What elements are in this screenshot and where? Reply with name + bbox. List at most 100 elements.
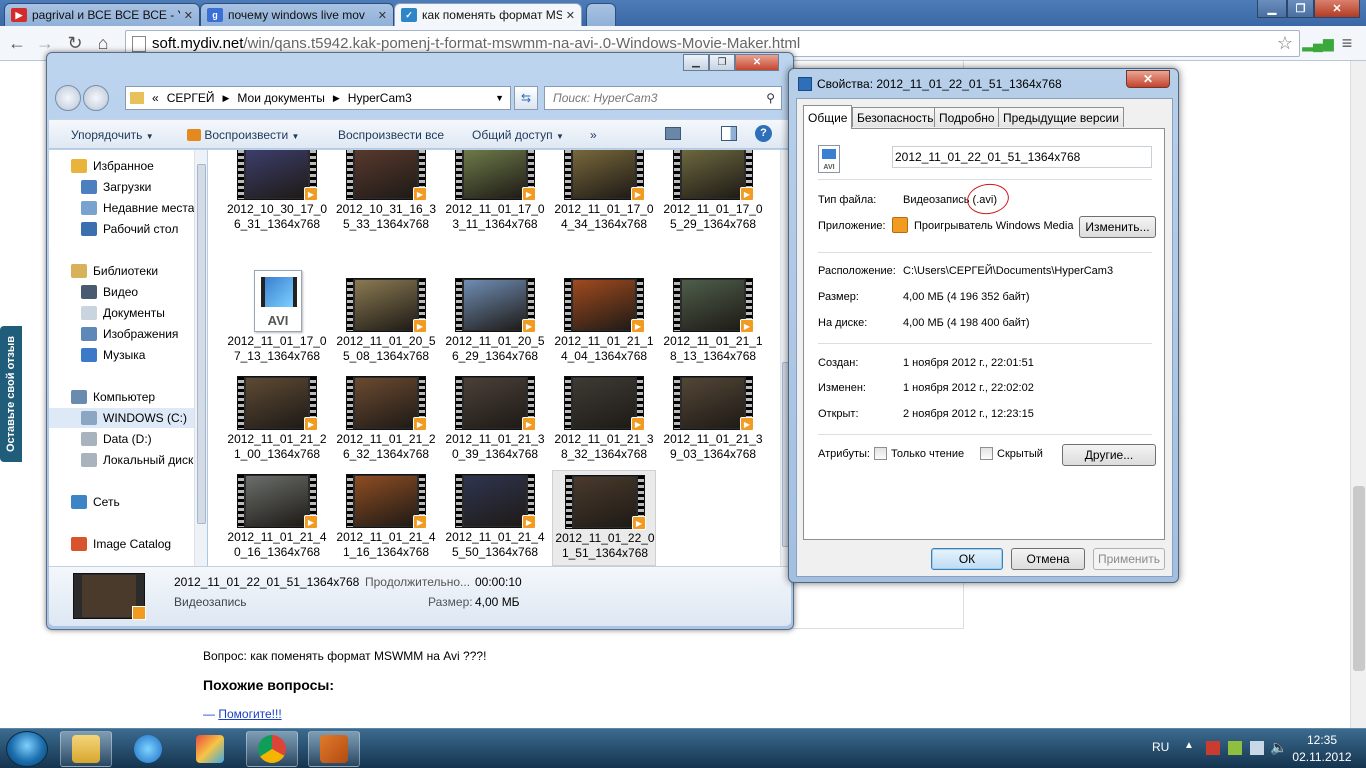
file-item[interactable]: ▶ 2012_11_01_21_39_03_1364x768 xyxy=(661,372,765,468)
tab-previous-versions[interactable]: Предыдущие версии xyxy=(998,107,1124,127)
filename-field[interactable]: 2012_11_01_22_01_51_1364x768 xyxy=(892,146,1152,168)
file-item[interactable]: ▶ 2012_11_01_17_03_11_1364x768 xyxy=(443,150,547,238)
nav-item[interactable]: Библиотеки xyxy=(49,261,194,281)
breadcrumb-documents[interactable]: Мои документы xyxy=(237,91,324,105)
taskbar-paint[interactable] xyxy=(184,731,236,767)
minimize-icon[interactable]: ▁ xyxy=(1257,0,1287,18)
nav-item[interactable]: Локальный диск xyxy=(49,450,194,470)
new-tab-button[interactable] xyxy=(586,3,616,26)
file-item[interactable]: ▶ 2012_11_01_21_18_13_1364x768 xyxy=(661,274,765,370)
file-item[interactable]: ▶ 2012_11_01_21_14_04_1364x768 xyxy=(552,274,656,370)
file-item[interactable]: ▶ 2012_11_01_21_41_16_1364x768 xyxy=(334,470,438,566)
refresh-icon[interactable]: ⇆ xyxy=(514,86,538,110)
breadcrumb-overflow[interactable]: « xyxy=(152,91,159,105)
back-icon[interactable] xyxy=(55,85,81,111)
file-item[interactable]: ▶ 2012_11_01_21_26_32_1364x768 xyxy=(334,372,438,468)
file-item[interactable]: ▶ 2012_11_01_21_30_39_1364x768 xyxy=(443,372,547,468)
organize-button[interactable]: Упорядочить ▼ xyxy=(71,128,154,142)
hidden-checkbox[interactable] xyxy=(980,447,993,460)
wrench-menu-icon[interactable]: ≡ xyxy=(1336,32,1358,54)
search-input[interactable]: Поиск: HyperCam3 ⚲ xyxy=(544,86,782,110)
readonly-checkbox[interactable] xyxy=(874,447,887,460)
explorer-address-bar[interactable]: « СЕРГЕЙ ▶ Мои документы ▶ HyperCam3 ▼ xyxy=(125,86,511,110)
nav-item[interactable]: Документы xyxy=(49,303,194,323)
tab-close-icon[interactable]: ✕ xyxy=(184,9,193,22)
nav-item[interactable]: Видео xyxy=(49,282,194,302)
nav-item[interactable]: Рабочий стол xyxy=(49,219,194,239)
chevron-right-icon[interactable]: ▶ xyxy=(333,93,340,104)
share-button[interactable]: Общий доступ ▼ xyxy=(472,128,564,142)
file-item[interactable]: ▶ 2012_11_01_21_38_32_1364x768 xyxy=(552,372,656,468)
forward-icon[interactable] xyxy=(83,85,109,111)
play-button[interactable]: Воспроизвести ▼ xyxy=(187,128,299,142)
clock-time[interactable]: 12:35 xyxy=(1298,733,1346,747)
breadcrumb-hypercam[interactable]: HyperCam3 xyxy=(348,91,412,105)
nav-item[interactable]: Сеть xyxy=(49,492,194,512)
nav-item[interactable]: Недавние места xyxy=(49,198,194,218)
file-item[interactable]: ▶ 2012_11_01_17_05_29_1364x768 xyxy=(661,150,765,238)
forward-icon[interactable]: → xyxy=(34,32,56,54)
cancel-button[interactable]: Отмена xyxy=(1011,548,1085,570)
nav-item[interactable]: Data (D:) xyxy=(49,429,194,449)
file-item[interactable]: ▶ 2012_10_31_16_35_33_1364x768 xyxy=(334,150,438,238)
tab-close-icon[interactable]: ✕ xyxy=(378,9,387,22)
action-center-icon[interactable] xyxy=(1206,741,1220,755)
change-button[interactable]: Изменить... xyxy=(1079,216,1156,238)
tab-security[interactable]: Безопасность xyxy=(852,107,939,127)
help-icon[interactable]: ? xyxy=(755,125,772,142)
network-icon[interactable] xyxy=(1250,741,1264,755)
nav-item[interactable]: Компьютер xyxy=(49,387,194,407)
scrollbar-thumb[interactable] xyxy=(197,164,206,524)
preview-pane-icon[interactable] xyxy=(721,126,737,141)
taskbar-explorer[interactable] xyxy=(60,731,112,767)
taskbar-chrome[interactable] xyxy=(246,731,298,767)
tray-app-icon[interactable] xyxy=(1228,741,1242,755)
breadcrumb-user[interactable]: СЕРГЕЙ xyxy=(167,91,215,105)
file-item[interactable]: ▶ 2012_11_01_21_45_50_1364x768 xyxy=(443,470,547,566)
home-icon[interactable]: ⌂ xyxy=(92,32,114,54)
nav-item[interactable]: Музыка xyxy=(49,345,194,365)
reload-icon[interactable]: ↻ xyxy=(64,32,86,54)
back-icon[interactable]: ← xyxy=(6,32,28,54)
clock-date[interactable]: 02.11.2012 xyxy=(1282,750,1362,764)
nav-scrollbar[interactable] xyxy=(194,150,207,566)
file-item[interactable]: ▶ 2012_11_01_20_56_29_1364x768 xyxy=(443,274,547,370)
tab-general[interactable]: Общие xyxy=(803,105,853,129)
chevron-down-icon[interactable]: ▼ xyxy=(495,93,504,103)
other-attributes-button[interactable]: Другие... xyxy=(1062,444,1156,466)
file-item[interactable]: AVI 2012_11_01_17_07_13_1364x768 xyxy=(225,270,329,370)
signal-extension-icon[interactable]: ▂▄▆ xyxy=(1302,32,1333,54)
file-item[interactable]: ▶ 2012_11_01_21_40_16_1364x768 xyxy=(225,470,329,566)
nav-item[interactable]: Загрузки xyxy=(49,177,194,197)
maximize-icon[interactable]: ❐ xyxy=(1287,0,1314,18)
feedback-tab[interactable]: Оставьте свой отзыв xyxy=(0,326,22,462)
show-hidden-icons-icon[interactable]: ▲ xyxy=(1184,740,1194,751)
browser-tab-youtube[interactable]: ▶ pagrival и ВСЕ ВСЕ ВСЕ - Y ✕ xyxy=(4,3,200,26)
file-item[interactable]: ▶ 2012_11_01_21_21_00_1364x768 xyxy=(225,372,329,468)
file-item[interactable]: ▶ 2012_11_01_17_04_34_1364x768 xyxy=(552,150,656,238)
similar-link[interactable]: Помогите!!! xyxy=(218,707,281,721)
file-item[interactable]: ▶ 2012_11_01_20_55_08_1364x768 xyxy=(334,274,438,370)
maximize-icon[interactable]: ❐ xyxy=(709,54,735,71)
page-scrollbar[interactable] xyxy=(1350,61,1366,728)
tab-close-icon[interactable]: ✕ xyxy=(566,9,575,22)
nav-item[interactable]: Изображения xyxy=(49,324,194,344)
nav-item[interactable]: WINDOWS (C:) xyxy=(49,408,194,428)
nav-item[interactable]: Избранное xyxy=(49,156,194,176)
file-item[interactable]: ▶ 2012_10_30_17_06_31_1364x768 xyxy=(225,150,329,238)
view-options-icon[interactable] xyxy=(665,127,681,140)
close-icon[interactable]: ✕ xyxy=(1126,70,1170,88)
browser-tab-active[interactable]: ✓ как поменять формат MS ✕ xyxy=(394,3,582,26)
browser-tab-google[interactable]: g почему windows live mov ✕ xyxy=(200,3,394,26)
file-item[interactable]: ▶ 2012_11_01_22_01_51_1364x768 xyxy=(552,470,656,566)
taskbar-ie[interactable] xyxy=(122,731,174,767)
taskbar-movie-maker[interactable] xyxy=(308,731,360,767)
close-icon[interactable]: ✕ xyxy=(1314,0,1360,18)
nav-item[interactable]: Image Catalog xyxy=(49,534,194,554)
language-indicator[interactable]: RU xyxy=(1152,740,1169,754)
close-icon[interactable]: ✕ xyxy=(735,54,779,71)
tab-details[interactable]: Подробно xyxy=(934,107,1000,127)
bookmark-star-icon[interactable]: ☆ xyxy=(1274,32,1296,54)
play-all-button[interactable]: Воспроизвести все xyxy=(338,128,444,142)
minimize-icon[interactable]: ▁ xyxy=(683,54,709,71)
